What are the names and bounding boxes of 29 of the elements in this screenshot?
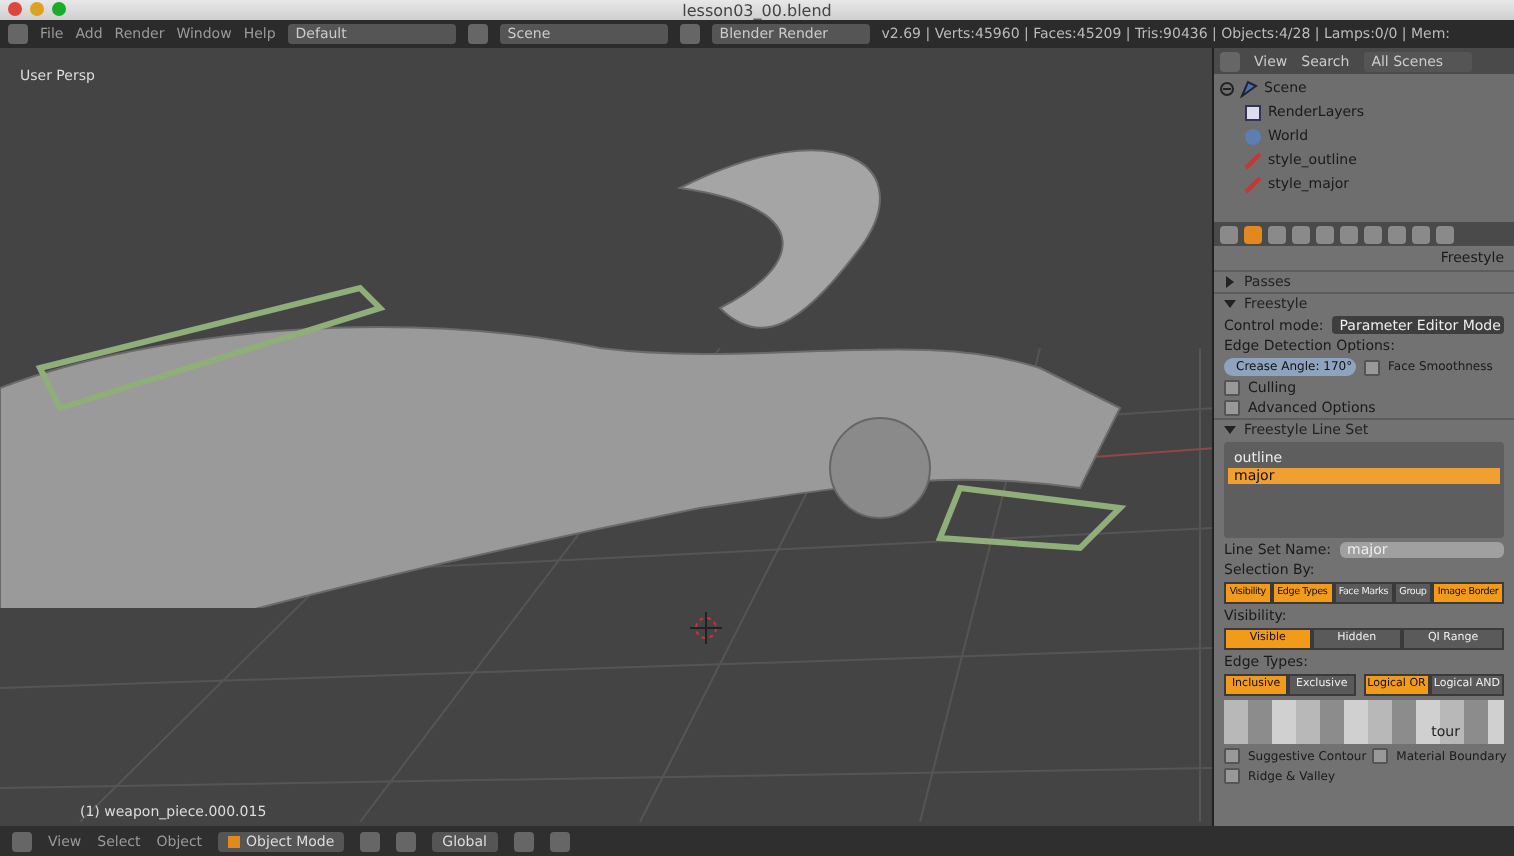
properties-tab[interactable] <box>1316 225 1334 243</box>
properties-tab[interactable] <box>1340 225 1358 243</box>
scene-icon <box>1240 79 1258 97</box>
checkbox[interactable] <box>1224 400 1240 416</box>
properties-tab[interactable] <box>1268 225 1286 243</box>
cube-icon <box>228 835 241 847</box>
close-window-button[interactable] <box>8 2 22 16</box>
expand-arrow-icon[interactable] <box>1224 276 1236 288</box>
properties-tab[interactable] <box>1220 225 1238 243</box>
window-title: lesson03_00.blend <box>682 1 832 19</box>
properties-tab[interactable] <box>1364 225 1382 243</box>
layers-icon <box>1244 103 1262 121</box>
properties-tab[interactable] <box>1388 225 1406 243</box>
collapse-arrow-icon[interactable] <box>1224 424 1236 436</box>
checkbox[interactable] <box>1372 748 1389 764</box>
properties-tab[interactable] <box>1244 225 1262 243</box>
globe-icon <box>1244 127 1262 145</box>
zoom-window-button[interactable] <box>52 2 66 16</box>
collapse-arrow-icon[interactable] <box>1224 298 1236 310</box>
collapse-icon[interactable] <box>1220 81 1234 95</box>
checkbox[interactable] <box>1224 748 1240 764</box>
checkbox[interactable] <box>1224 380 1240 396</box>
properties-tab[interactable] <box>1292 225 1310 243</box>
properties-tab[interactable] <box>1412 225 1430 243</box>
checkbox[interactable] <box>1224 768 1240 784</box>
checkbox[interactable] <box>1364 359 1380 375</box>
minimize-window-button[interactable] <box>30 2 44 16</box>
properties-tab[interactable] <box>1436 225 1454 243</box>
3d-cursor-icon <box>690 612 722 644</box>
